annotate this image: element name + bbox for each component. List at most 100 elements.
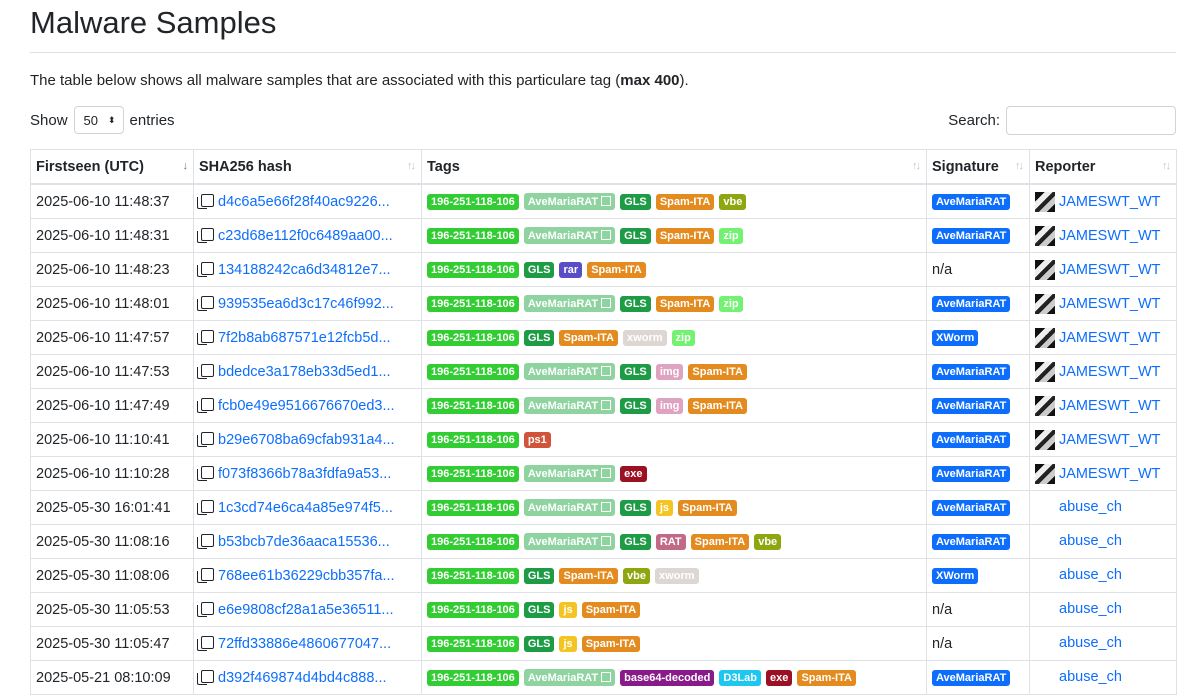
column-header-sha256[interactable]: SHA256 hash ↑↓ [193, 149, 422, 185]
hash-link[interactable]: f073f8366b78a3fdfa9a53... [218, 466, 391, 482]
reporter-link[interactable]: JAMESWT_WT [1059, 398, 1161, 414]
tag-badge[interactable]: Spam-ITA [581, 601, 641, 618]
tag-badge[interactable]: GLS [620, 295, 651, 312]
tag-badge[interactable]: exe [766, 669, 793, 686]
copy-icon[interactable] [197, 466, 214, 481]
tag-badge[interactable]: vbe [719, 193, 747, 210]
tag-badge[interactable]: base64-decoded [620, 669, 715, 686]
hash-link[interactable]: bdedce3a178eb33d5ed1... [218, 364, 391, 380]
signature-badge[interactable]: AveMariaRAT [932, 228, 1011, 244]
tag-badge[interactable]: AveMariaRAT [523, 465, 616, 482]
tag-badge[interactable]: zip [719, 295, 743, 312]
tag-badge[interactable]: js [655, 499, 673, 516]
tag-badge[interactable]: Spam-ITA [678, 499, 737, 516]
signature-badge[interactable]: AveMariaRAT [932, 500, 1011, 516]
copy-icon[interactable] [197, 262, 214, 277]
signature-badge[interactable]: XWorm [932, 568, 979, 584]
tag-badge[interactable]: 196-251-118-106 [427, 431, 519, 448]
copy-icon[interactable] [197, 228, 214, 243]
copy-icon[interactable] [197, 194, 214, 209]
tag-badge[interactable]: zip [719, 227, 743, 244]
reporter-link[interactable]: JAMESWT_WT [1059, 330, 1161, 346]
tag-badge[interactable]: 196-251-118-106 [427, 465, 519, 482]
tag-badge[interactable]: js [559, 601, 577, 618]
reporter-link[interactable]: JAMESWT_WT [1059, 262, 1161, 278]
copy-icon[interactable] [197, 568, 214, 583]
tag-badge[interactable]: GLS [620, 499, 651, 516]
tag-badge[interactable]: Spam-ITA [587, 261, 646, 278]
reporter-link[interactable]: abuse_ch [1059, 568, 1122, 584]
tag-badge[interactable]: js [559, 635, 577, 652]
tag-badge[interactable]: Spam-ITA [655, 193, 715, 210]
tag-badge[interactable]: 196-251-118-106 [427, 669, 519, 686]
tag-badge[interactable]: img [655, 363, 684, 380]
tag-badge[interactable]: zip [671, 329, 695, 346]
reporter-link[interactable]: abuse_ch [1059, 500, 1122, 516]
signature-badge[interactable]: AveMariaRAT [932, 534, 1011, 550]
column-header-reporter[interactable]: Reporter ↑↓ [1029, 149, 1177, 185]
copy-icon[interactable] [197, 534, 214, 549]
tag-badge[interactable]: 196-251-118-106 [427, 601, 519, 618]
tag-badge[interactable]: 196-251-118-106 [427, 533, 519, 550]
tag-badge[interactable]: GLS [523, 329, 555, 346]
tag-badge[interactable]: AveMariaRAT [523, 533, 616, 550]
copy-icon[interactable] [197, 296, 214, 311]
tag-badge[interactable]: vbe [754, 533, 782, 550]
tag-badge[interactable]: rar [559, 261, 583, 278]
signature-badge[interactable]: AveMariaRAT [932, 398, 1011, 414]
tag-badge[interactable]: Spam-ITA [688, 397, 747, 414]
hash-link[interactable]: 7f2b8ab687571e12fcb5d... [218, 330, 391, 346]
hash-link[interactable]: 134188242ca6d34812e7... [218, 262, 391, 278]
copy-icon[interactable] [197, 670, 214, 685]
tag-badge[interactable]: Spam-ITA [559, 329, 619, 346]
column-header-tags[interactable]: Tags ↑↓ [421, 149, 927, 185]
tag-badge[interactable]: Spam-ITA [655, 227, 715, 244]
hash-link[interactable]: d4c6a5e66f28f40ac9226... [218, 194, 390, 210]
copy-icon[interactable] [197, 398, 214, 413]
tag-badge[interactable]: xworm [623, 329, 667, 346]
tag-badge[interactable]: 196-251-118-106 [427, 295, 519, 312]
copy-icon[interactable] [197, 432, 214, 447]
signature-badge[interactable]: AveMariaRAT [932, 296, 1011, 312]
hash-link[interactable]: 939535ea6d3c17c46f992... [218, 296, 394, 312]
reporter-link[interactable]: abuse_ch [1059, 602, 1122, 618]
tag-badge[interactable]: GLS [620, 193, 651, 210]
tag-badge[interactable]: vbe [623, 567, 651, 584]
tag-badge[interactable]: Spam-ITA [559, 567, 619, 584]
tag-badge[interactable]: GLS [523, 567, 555, 584]
signature-badge[interactable]: XWorm [932, 330, 979, 346]
tag-badge[interactable]: D3Lab [719, 669, 762, 686]
signature-badge[interactable]: AveMariaRAT [932, 466, 1011, 482]
tag-badge[interactable]: img [655, 397, 684, 414]
copy-icon[interactable] [197, 636, 214, 651]
reporter-link[interactable]: abuse_ch [1059, 670, 1122, 686]
tag-badge[interactable]: exe [620, 465, 647, 482]
tag-badge[interactable]: 196-251-118-106 [427, 499, 519, 516]
tag-badge[interactable]: GLS [523, 261, 555, 278]
tag-badge[interactable]: 196-251-118-106 [427, 193, 519, 210]
hash-link[interactable]: c23d68e112f0c6489aa00... [218, 228, 393, 244]
hash-link[interactable]: fcb0e49e9516676670ed3... [218, 398, 395, 414]
tag-badge[interactable]: GLS [620, 397, 651, 414]
tag-badge[interactable]: AveMariaRAT [523, 397, 616, 414]
tag-badge[interactable]: Spam-ITA [581, 635, 641, 652]
tag-badge[interactable]: AveMariaRAT [523, 669, 616, 686]
reporter-link[interactable]: abuse_ch [1059, 636, 1122, 652]
tag-badge[interactable]: AveMariaRAT [523, 363, 616, 380]
reporter-link[interactable]: JAMESWT_WT [1059, 296, 1161, 312]
reporter-link[interactable]: JAMESWT_WT [1059, 364, 1161, 380]
reporter-link[interactable]: JAMESWT_WT [1059, 228, 1161, 244]
tag-badge[interactable]: GLS [523, 601, 555, 618]
signature-badge[interactable]: AveMariaRAT [932, 364, 1011, 380]
tag-badge[interactable]: 196-251-118-106 [427, 329, 519, 346]
tag-badge[interactable]: GLS [523, 635, 555, 652]
tag-badge[interactable]: AveMariaRAT [523, 227, 616, 244]
hash-link[interactable]: b53bcb7de36aaca15536... [218, 534, 390, 550]
search-input[interactable] [1006, 106, 1176, 135]
reporter-link[interactable]: JAMESWT_WT [1059, 194, 1161, 210]
reporter-link[interactable]: abuse_ch [1059, 534, 1122, 550]
tag-badge[interactable]: xworm [655, 567, 699, 584]
tag-badge[interactable]: Spam-ITA [797, 669, 856, 686]
tag-badge[interactable]: Spam-ITA [690, 533, 750, 550]
hash-link[interactable]: 768ee61b36229cbb357fa... [218, 568, 395, 584]
